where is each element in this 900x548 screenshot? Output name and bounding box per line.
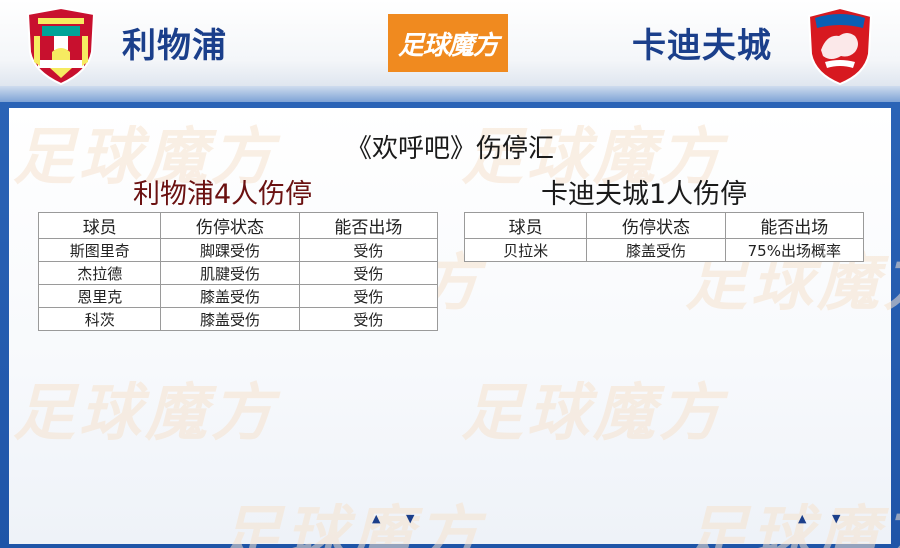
scroll-down-icon[interactable]: ▼ (406, 512, 414, 525)
table-row: 杰拉德 肌腱受伤 受伤 (37, 261, 439, 285)
table-header-row: 球员 伤停状态 能否出场 (37, 212, 439, 239)
table-row: 恩里克 膝盖受伤 受伤 (37, 284, 439, 308)
away-team-name: 卡迪夫城 (632, 26, 772, 66)
table-row: 斯图里奇 脚踝受伤 受伤 (37, 238, 439, 262)
availability-cell: 受伤 (298, 238, 439, 262)
home-injury-title: 利物浦4人伤停 (133, 179, 313, 210)
table-row: 科茨 膝盖受伤 受伤 (37, 307, 439, 331)
scroll-up-icon[interactable]: ▲ (372, 512, 380, 525)
column-header-availability: 能否出场 (298, 212, 439, 239)
watermark: 足球魔方 (461, 376, 726, 449)
table-header-row: 球员 伤停状态 能否出场 (463, 212, 865, 239)
table-row: 贝拉米 膝盖受伤 75%出场概率 (463, 238, 865, 262)
scroll-down-icon[interactable]: ▼ (832, 512, 840, 525)
player-cell: 科茨 (37, 307, 162, 331)
match-header: 利物浦 足球魔方 卡迪夫城 (0, 0, 900, 86)
away-injury-title: 卡迪夫城1人伤停 (541, 179, 748, 210)
player-cell: 杰拉德 (37, 261, 162, 285)
column-header-status: 伤停状态 (160, 212, 300, 239)
home-injury-table: 球员 伤停状态 能否出场 斯图里奇 脚踝受伤 受伤 杰拉德 肌腱受伤 受伤 恩里… (37, 212, 439, 331)
player-cell: 恩里克 (37, 284, 162, 308)
column-header-status: 伤停状态 (586, 212, 726, 239)
brand-logo: 足球魔方 (388, 14, 508, 72)
watermark: 足球魔方 (219, 498, 484, 548)
status-cell: 膝盖受伤 (586, 238, 726, 262)
watermark: 足球魔方 (13, 376, 278, 449)
status-cell: 膝盖受伤 (160, 284, 300, 308)
column-header-player: 球员 (37, 212, 162, 239)
page-root: 利物浦 足球魔方 卡迪夫城 足球魔方 足球魔方 足球魔方 足球魔方 足球魔方 足… (0, 0, 900, 548)
availability-cell: 75%出场概率 (724, 238, 865, 262)
cardiff-crest-icon (807, 6, 873, 86)
player-cell: 斯图里奇 (37, 238, 162, 262)
availability-cell: 受伤 (298, 307, 439, 331)
status-cell: 脚踝受伤 (160, 238, 300, 262)
availability-cell: 受伤 (298, 261, 439, 285)
injury-panel: 足球魔方 足球魔方 足球魔方 足球魔方 足球魔方 足球魔方 足球魔方 足球魔方 … (9, 108, 900, 548)
column-header-player: 球员 (463, 212, 588, 239)
liverpool-crest-icon (26, 6, 96, 86)
availability-cell: 受伤 (298, 284, 439, 308)
scroll-up-icon[interactable]: ▲ (798, 512, 806, 525)
watermark: 足球魔方 (685, 498, 900, 548)
away-injury-table: 球员 伤停状态 能否出场 贝拉米 膝盖受伤 75%出场概率 (463, 212, 865, 262)
player-cell: 贝拉米 (463, 238, 588, 262)
home-team-name: 利物浦 (122, 26, 227, 66)
status-cell: 膝盖受伤 (160, 307, 300, 331)
status-cell: 肌腱受伤 (160, 261, 300, 285)
column-header-availability: 能否出场 (724, 212, 865, 239)
panel-title: 《欢呼吧》伤停汇 (345, 134, 554, 164)
header-divider (0, 86, 900, 102)
